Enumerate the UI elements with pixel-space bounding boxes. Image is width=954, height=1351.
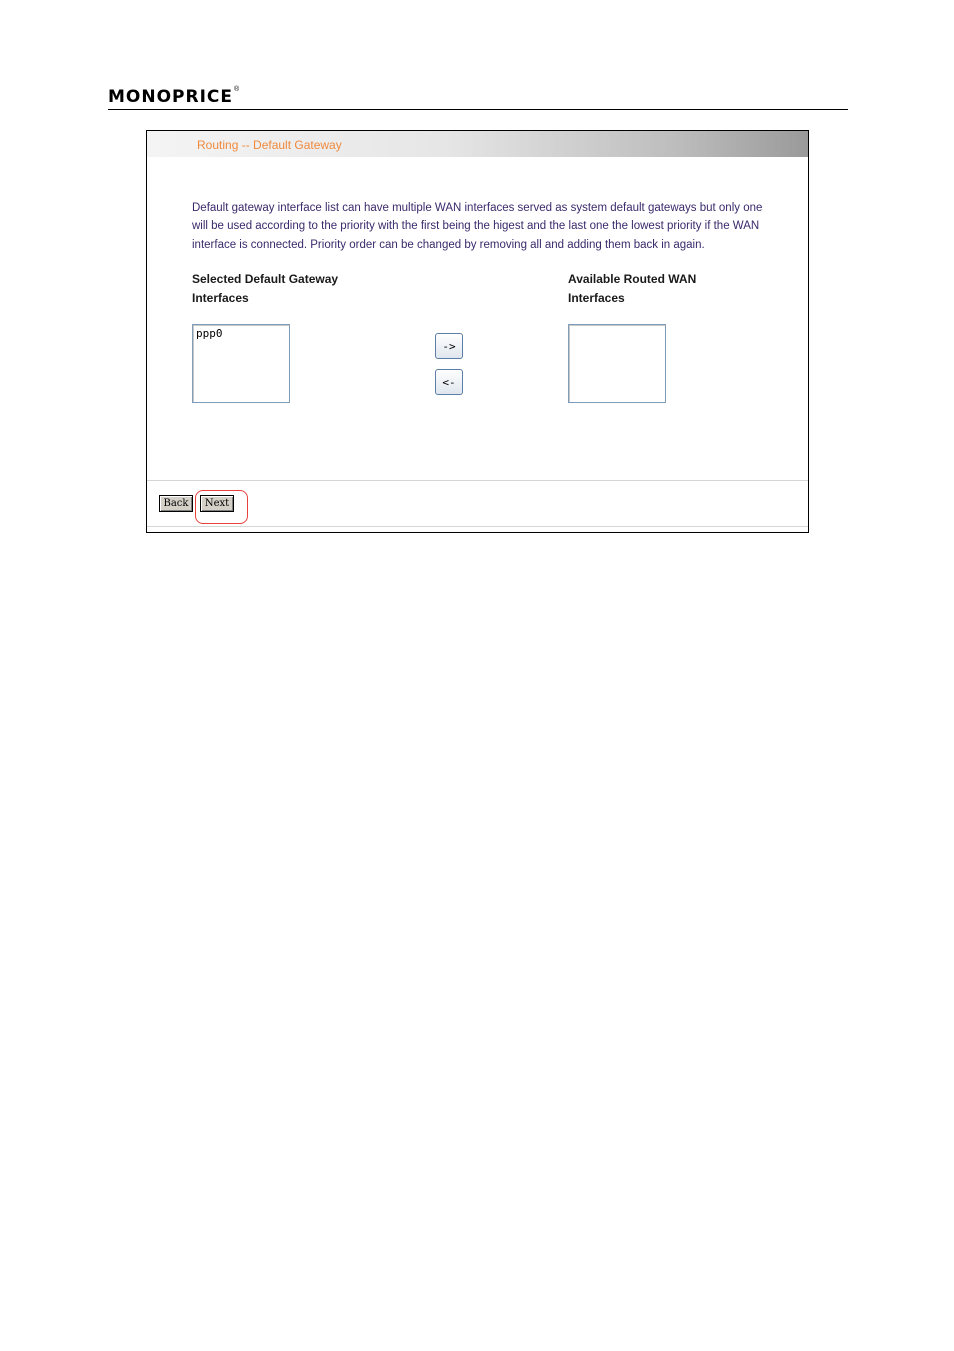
trademark-symbol: ® bbox=[234, 86, 240, 93]
available-interfaces-list[interactable] bbox=[568, 324, 666, 403]
available-interfaces-label: Available Routed WAN Interfaces bbox=[568, 270, 696, 307]
remove-interface-button[interactable]: <- bbox=[435, 369, 463, 395]
description-line: interface is connected. Priority order c… bbox=[192, 238, 705, 251]
selected-label-line: Selected Default Gateway bbox=[192, 272, 339, 286]
list-option-ppp0[interactable]: ppp0 bbox=[193, 325, 289, 342]
description-line: will be used according to the priority w… bbox=[192, 220, 760, 233]
footer-divider bbox=[147, 526, 808, 527]
description-text: Default gateway interface list can have … bbox=[192, 199, 808, 254]
brand-name: MONOPRICE bbox=[108, 87, 234, 107]
selected-label-line: Interfaces bbox=[192, 290, 249, 305]
title-bar: Routing -- Default Gateway bbox=[147, 131, 808, 157]
selected-interfaces-label: Selected Default Gateway Interfaces bbox=[192, 270, 338, 307]
description-line: Default gateway interface list can have … bbox=[192, 202, 763, 214]
available-label-line: Available Routed WAN bbox=[568, 272, 697, 286]
back-button[interactable]: Back bbox=[159, 495, 193, 512]
brand-logo: MONOPRICE® bbox=[108, 86, 239, 108]
router-screenshot: Routing -- Default Gateway Default gatew… bbox=[146, 130, 809, 533]
selected-interfaces-list[interactable]: ppp0 bbox=[192, 324, 290, 403]
page-title: Routing -- Default Gateway bbox=[197, 138, 342, 152]
footer-divider bbox=[147, 480, 808, 481]
available-label-line: Interfaces bbox=[568, 290, 625, 305]
add-interface-button[interactable]: -> bbox=[435, 333, 463, 359]
header-divider bbox=[108, 109, 848, 110]
next-button-highlight bbox=[195, 490, 248, 524]
